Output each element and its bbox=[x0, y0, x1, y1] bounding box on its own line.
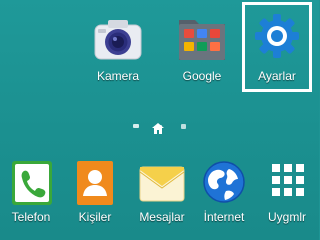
dock-uygulamalar[interactable]: Uygmlr bbox=[256, 156, 318, 236]
globe-icon bbox=[202, 160, 246, 204]
gear-icon bbox=[253, 12, 301, 60]
app-label: Kişiler bbox=[78, 210, 112, 224]
app-label: Telefon bbox=[11, 210, 51, 224]
home-icon[interactable] bbox=[152, 121, 164, 134]
page-dot[interactable] bbox=[181, 124, 186, 129]
phone-icon bbox=[11, 160, 53, 206]
app-ayarlar[interactable]: Ayarlar bbox=[245, 8, 309, 90]
contacts-icon bbox=[76, 160, 114, 206]
dock-mesajlar[interactable]: Mesajlar bbox=[130, 156, 194, 236]
app-label: İnternet bbox=[203, 210, 245, 224]
google-folder-icon bbox=[176, 12, 228, 66]
dock-internet[interactable]: İnternet bbox=[194, 156, 254, 236]
page-dot[interactable] bbox=[133, 124, 139, 128]
app-kamera[interactable]: Kamera bbox=[86, 8, 150, 90]
app-label: Uygmlr bbox=[268, 210, 306, 224]
app-label: Google bbox=[182, 69, 222, 83]
apps-grid-icon bbox=[270, 162, 306, 198]
app-label: Mesajlar bbox=[139, 210, 185, 224]
envelope-icon bbox=[139, 164, 185, 204]
camera-icon bbox=[92, 14, 144, 66]
home-screen: Kamera Google Ayarlar Telefon Kişiler Me… bbox=[0, 0, 319, 240]
app-google-folder[interactable]: Google bbox=[170, 8, 234, 90]
app-label: Kamera bbox=[96, 69, 140, 83]
dock-telefon[interactable]: Telefon bbox=[2, 156, 60, 236]
dock-kisiler[interactable]: Kişiler bbox=[64, 156, 126, 236]
app-label: Ayarlar bbox=[258, 69, 296, 83]
